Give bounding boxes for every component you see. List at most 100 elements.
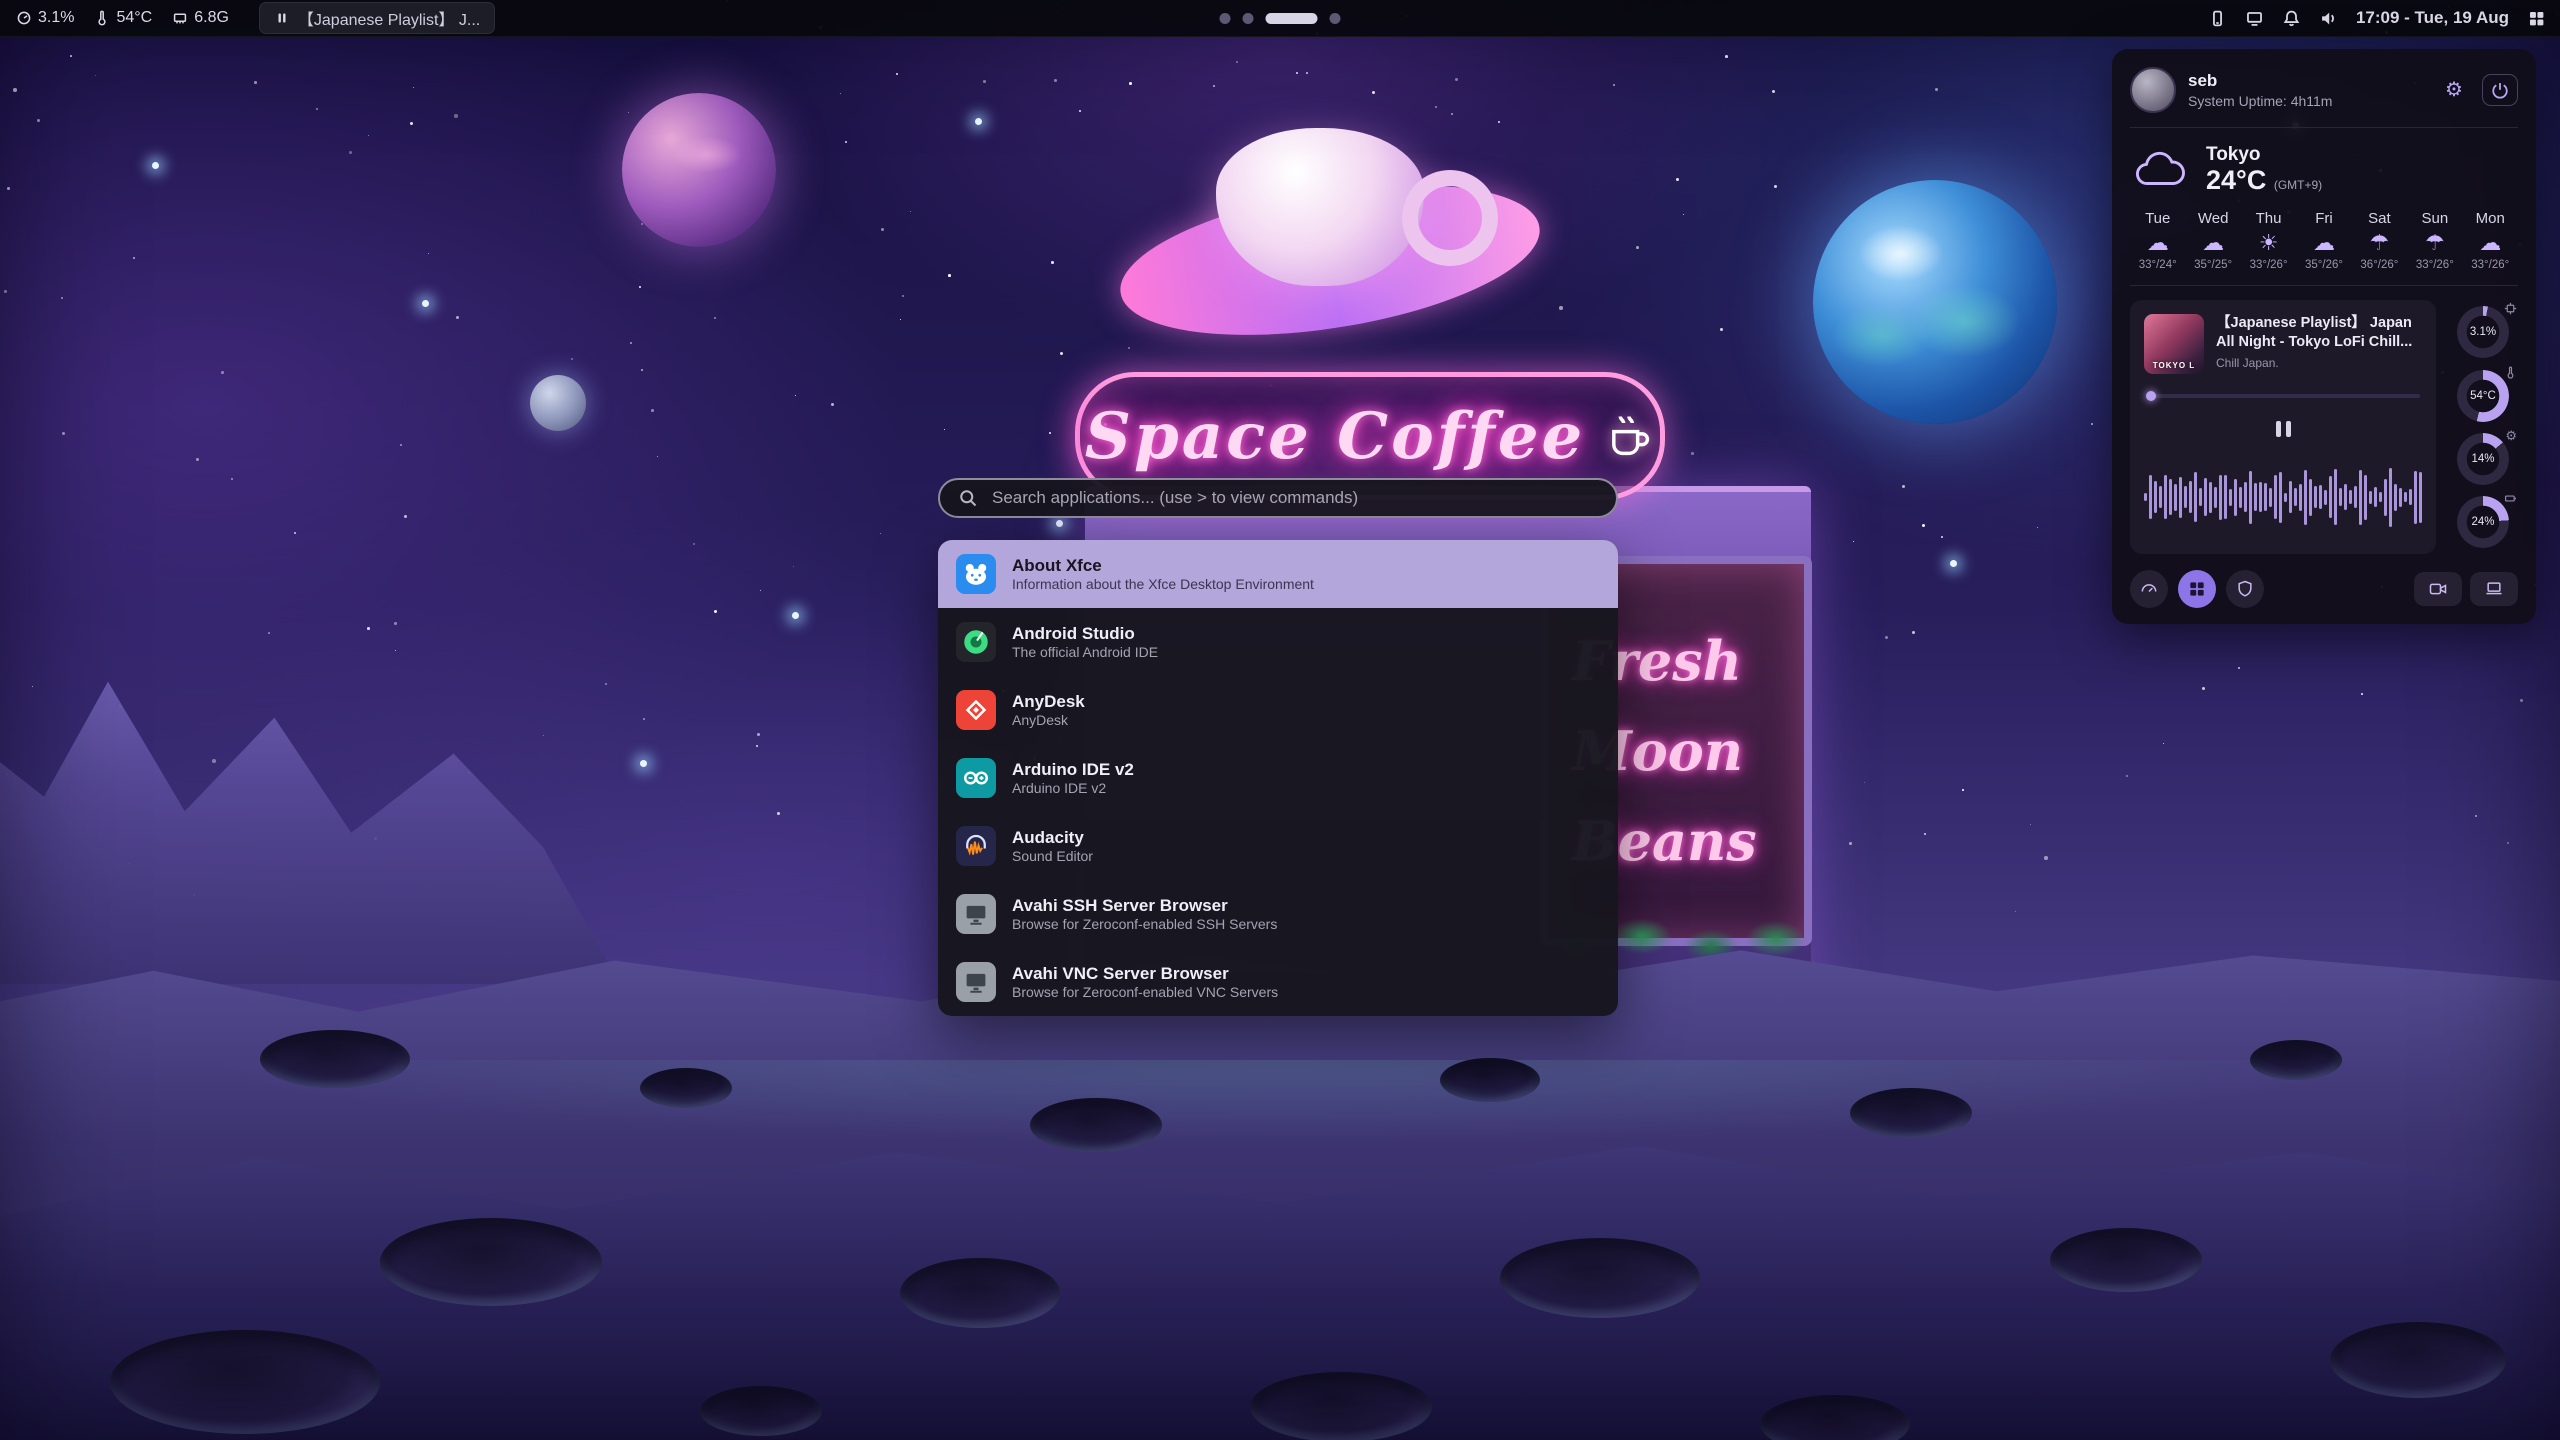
launcher-results: About Xfce Information about the Xfce De…: [938, 540, 1618, 1016]
launcher-item[interactable]: AnyDesk AnyDesk: [938, 676, 1618, 744]
memory-icon: [172, 10, 188, 26]
workspace-dot[interactable]: [1243, 13, 1254, 24]
launcher-item[interactable]: Audacity Sound Editor: [938, 812, 1618, 880]
search-input[interactable]: [990, 487, 1598, 509]
avatar: [2130, 67, 2176, 113]
weather-city: Tokyo: [2206, 144, 2322, 166]
umbrella-icon: ☂: [2425, 232, 2445, 254]
gear-icon: ⚙: [2505, 429, 2517, 442]
volume-icon[interactable]: [2319, 9, 2338, 28]
weather-timezone: (GMT+9): [2274, 178, 2322, 192]
cpu-gauge: 3.1%: [2457, 306, 2509, 358]
panel-actions: [2130, 570, 2518, 608]
gauge-value: 14%: [2457, 433, 2509, 485]
app-name: Android Studio: [1012, 623, 1158, 644]
app-name: Avahi SSH Server Browser: [1012, 895, 1277, 916]
launcher-search[interactable]: [938, 478, 1618, 518]
clock[interactable]: 17:09 - Tue, 19 Aug: [2356, 8, 2509, 28]
cup-handle: [1402, 170, 1498, 266]
disk-gauge: 24%: [2457, 496, 2509, 548]
forecast-temps: 35°/25°: [2194, 259, 2232, 271]
forecast-day-label: Tue: [2145, 210, 2170, 227]
forecast-row: Tue ☁ 33°/24° Wed ☁ 35°/25° Thu ☀ 33°/26…: [2130, 210, 2518, 271]
launcher-item[interactable]: Avahi SSH Server Browser Browse for Zero…: [938, 880, 1618, 948]
pause-icon: [2276, 421, 2281, 437]
temperature-value: 54°C: [116, 9, 152, 27]
xfce-icon: [956, 554, 996, 594]
launcher-item[interactable]: Avahi VNC Server Browser Browse for Zero…: [938, 948, 1618, 1016]
app-name: Arduino IDE v2: [1012, 759, 1134, 780]
launcher-item[interactable]: Arduino IDE v2 Arduino IDE v2: [938, 744, 1618, 812]
pause-button[interactable]: [2263, 414, 2303, 444]
app-description: Information about the Xfce Desktop Envir…: [1012, 576, 1314, 594]
earth-planet: [1813, 180, 2057, 424]
workspace-dot-active[interactable]: [1266, 13, 1318, 24]
forecast-day-label: Mon: [2476, 210, 2505, 227]
app-grid-icon[interactable]: [2527, 9, 2546, 28]
forecast-temps: 33°/26°: [2471, 259, 2509, 271]
weather-temp: 24°C: [2206, 165, 2266, 195]
workspace-dot[interactable]: [1220, 13, 1231, 24]
track-artist: Chill Japan.: [2216, 356, 2422, 370]
gauge-value: 3.1%: [2457, 306, 2509, 358]
forecast-day: Tue ☁ 33°/24°: [2130, 210, 2185, 271]
app-description: Sound Editor: [1012, 848, 1093, 866]
memory-gauge: 14% ⚙: [2457, 433, 2509, 485]
avahi-icon: [956, 962, 996, 1002]
now-playing-widget[interactable]: 【Japanese Playlist】 J...: [259, 2, 495, 34]
forecast-day: Fri ☁ 35°/26°: [2296, 210, 2351, 271]
cpu-icon: [2504, 302, 2517, 315]
security-button[interactable]: [2226, 570, 2264, 608]
uptime-label: System Uptime: 4h11m: [2188, 93, 2332, 109]
coffee-cup-icon: [1603, 410, 1655, 462]
workspace-dot[interactable]: [1330, 13, 1341, 24]
workspace-indicator: [1220, 0, 1341, 36]
battery-icon: [2504, 492, 2517, 505]
gauge-value: 54°C: [2457, 370, 2509, 422]
forecast-day-label: Thu: [2256, 210, 2282, 227]
phone-link-icon[interactable]: [2208, 9, 2227, 28]
album-art-label: TOKYO L: [2144, 361, 2204, 370]
app-grid-button[interactable]: [2178, 570, 2216, 608]
power-icon: [2491, 81, 2509, 99]
settings-button[interactable]: ⚙: [2436, 74, 2472, 106]
umbrella-icon: ☂: [2370, 232, 2390, 254]
notification-bell-icon[interactable]: [2282, 9, 2301, 28]
laptop-icon: [2484, 579, 2504, 599]
app-description: Browse for Zeroconf-enabled SSH Servers: [1012, 916, 1277, 934]
purple-planet: [622, 93, 776, 247]
forecast-day: Sat ☂ 36°/26°: [2352, 210, 2407, 271]
divider: [2130, 127, 2518, 128]
cloud-icon: ☁: [2202, 232, 2224, 254]
app-description: Browse for Zeroconf-enabled VNC Servers: [1012, 984, 1278, 1002]
anydesk-icon: [956, 690, 996, 730]
progress-knob[interactable]: [2146, 391, 2156, 401]
user-section: seb System Uptime: 4h11m ⚙: [2130, 67, 2518, 113]
now-playing-text: 【Japanese Playlist】 J...: [298, 6, 480, 30]
memory-indicator: 6.8G: [172, 9, 229, 27]
grid-icon: [2187, 579, 2207, 599]
music-player: TOKYO L 【Japanese Playlist】 Japan All Ni…: [2130, 300, 2436, 554]
progress-bar[interactable]: [2146, 394, 2420, 398]
album-art: TOKYO L: [2144, 314, 2204, 374]
power-button[interactable]: [2482, 74, 2518, 106]
cpu-usage-indicator: 3.1%: [16, 9, 74, 27]
launcher-item[interactable]: Android Studio The official Android IDE: [938, 608, 1618, 676]
launcher-item[interactable]: About Xfce Information about the Xfce De…: [938, 540, 1618, 608]
gauge-value: 24%: [2457, 496, 2509, 548]
screencast-button[interactable]: [2414, 572, 2462, 606]
waveform: [2144, 454, 2422, 540]
display-button[interactable]: [2470, 572, 2518, 606]
top-bar: 3.1% 54°C 6.8G 【Japanese Playlist】 J...: [0, 0, 2560, 37]
memory-value: 6.8G: [194, 9, 229, 27]
forecast-day: Mon ☁ 33°/26°: [2463, 210, 2518, 271]
mountains: [0, 624, 620, 984]
network-icon[interactable]: [2245, 9, 2264, 28]
video-camera-icon: [2428, 579, 2448, 599]
dashboard-button[interactable]: [2130, 570, 2168, 608]
divider: [2130, 285, 2518, 286]
cloud-icon: ☁: [2147, 232, 2169, 254]
speedometer-icon: [2139, 579, 2159, 599]
weather-section: Tokyo 24°C (GMT+9): [2130, 142, 2518, 194]
pause-icon: [2286, 421, 2291, 437]
